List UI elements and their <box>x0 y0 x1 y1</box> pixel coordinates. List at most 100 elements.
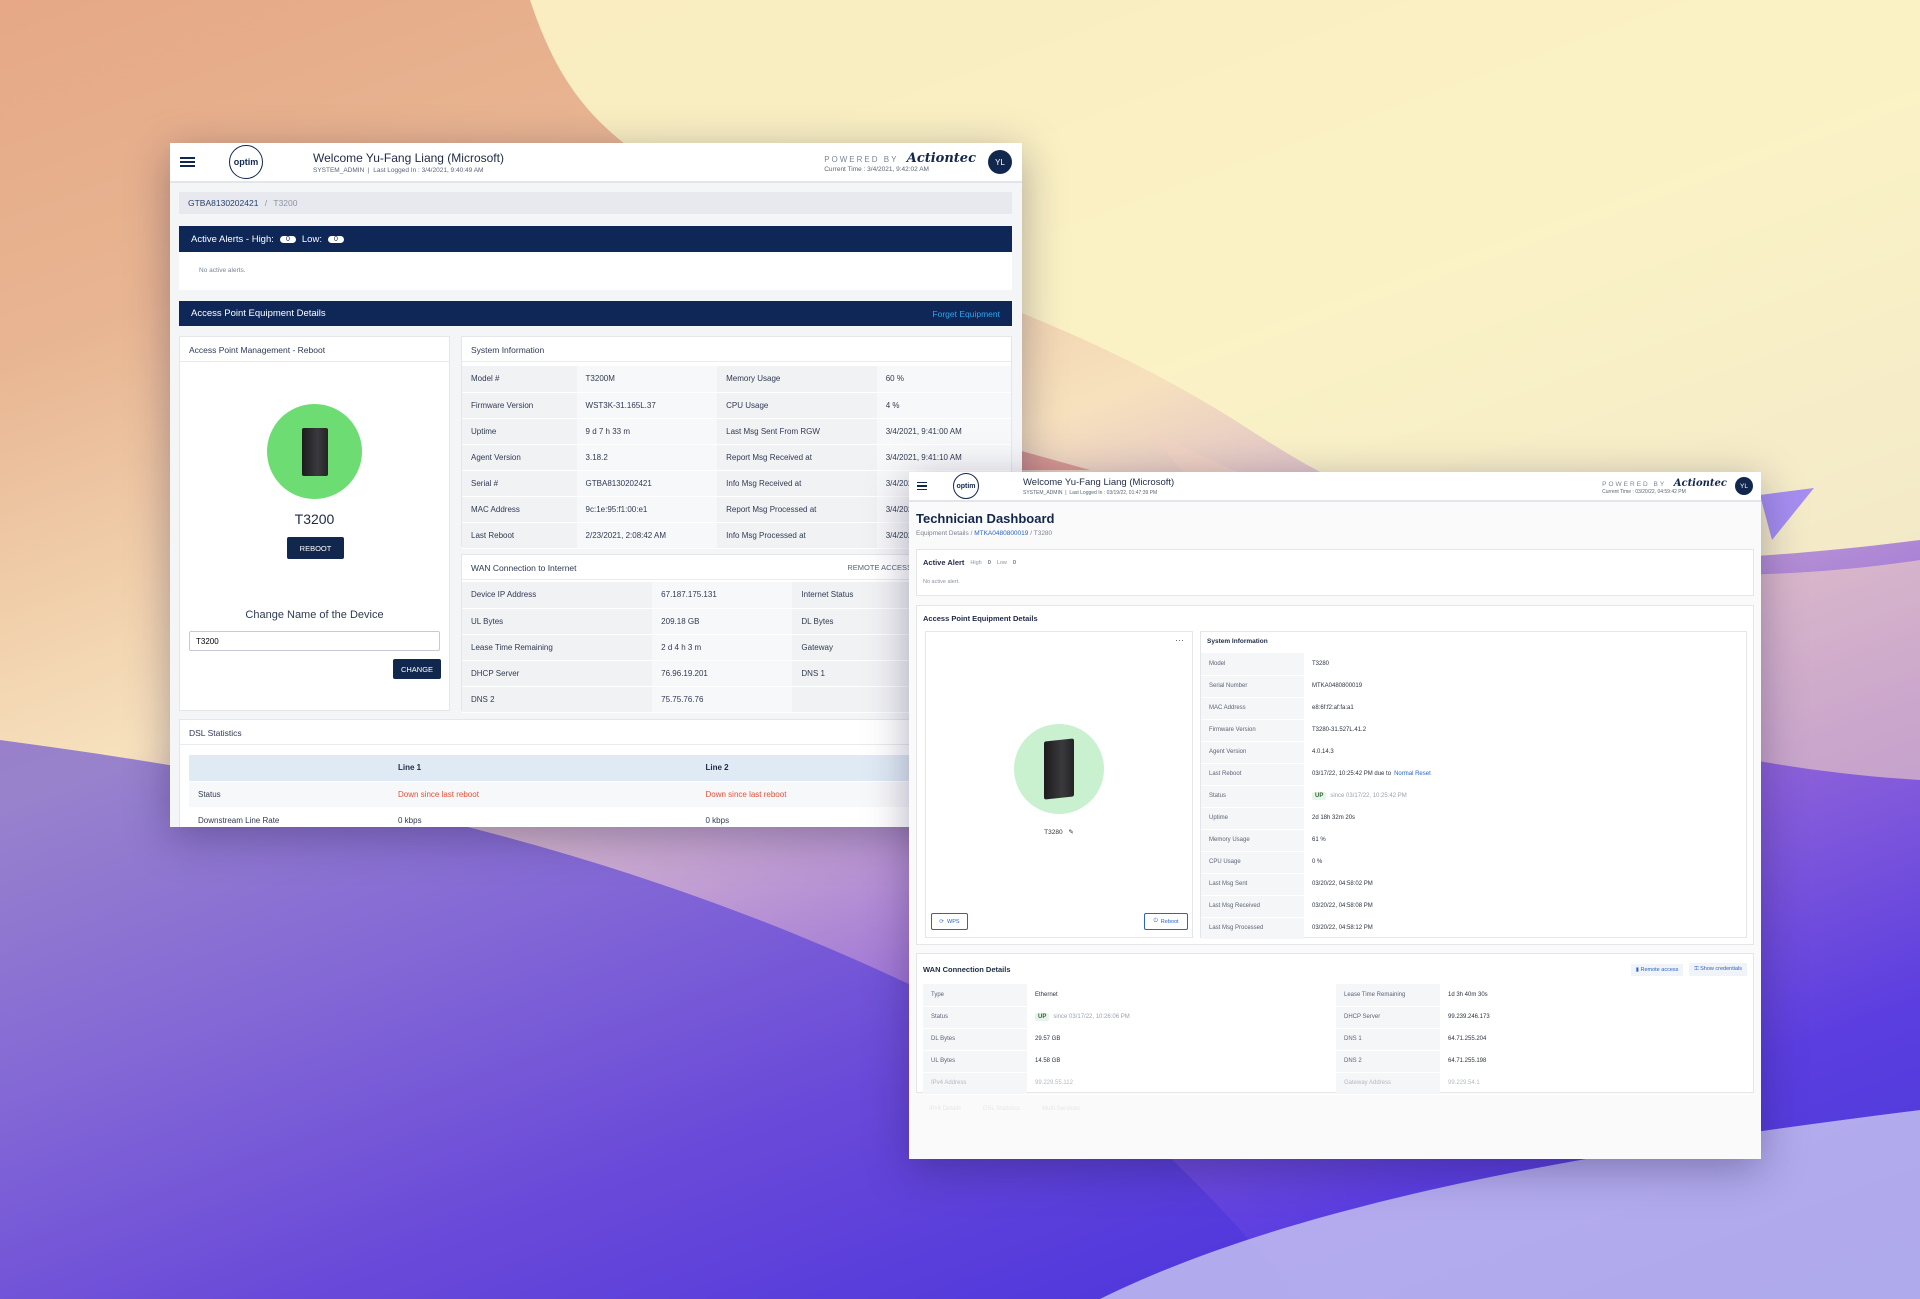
table-row: Firmware Version T3280-31.527L.41.2 <box>1201 719 1746 742</box>
table-key: Gateway <box>792 634 926 661</box>
remote-access-label: Remote access <box>1640 966 1679 973</box>
tab-dsl[interactable]: DSL Statistics <box>983 1106 1020 1112</box>
wan-title: WAN Connection to Internet <box>471 563 577 573</box>
remote-access-button[interactable]: ▮ Remote access <box>1630 963 1684 976</box>
table-value: 03/20/22, 04:58:02 PM <box>1304 873 1746 896</box>
table-key: Info Msg Processed at <box>717 522 877 549</box>
role: SYSTEM_ADMIN <box>313 166 365 174</box>
forget-equipment-link[interactable]: Forget Equipment <box>932 309 1000 319</box>
alerts-low-count: 0 <box>327 235 344 243</box>
table-key: MAC Address <box>462 496 577 523</box>
breadcrumb-serial[interactable]: GTBA8130202421 <box>188 198 258 208</box>
powered-label: POWERED BY <box>1602 480 1667 488</box>
reboot-button[interactable]: REBOOT <box>287 537 344 559</box>
table-key: IPv4 Address <box>923 1072 1027 1095</box>
table-value: 64.71.255.198 <box>1439 1050 1749 1073</box>
optim-logo[interactable]: optim <box>953 473 979 499</box>
table-value: 03/20/22, 04:58:08 PM <box>1304 895 1746 918</box>
device-circle <box>267 404 362 499</box>
current-time: Current Time : 03/20/22, 04:59:42 PM <box>1602 488 1686 495</box>
reboot-button[interactable]: ⏻ Reboot <box>1144 913 1188 930</box>
table-key: Firmware Version <box>462 392 577 419</box>
menu-icon[interactable] <box>917 480 927 493</box>
device-name-input[interactable] <box>189 631 440 651</box>
table-row: Status UP since 03/17/22, 10:25:42 PM <box>1201 785 1746 808</box>
table-value: 2d 18h 32m 20s <box>1304 807 1746 830</box>
alert-low-count: 0 <box>1012 559 1016 566</box>
table-value: 14.58 GB <box>1027 1050 1336 1073</box>
table-key: UL Bytes <box>462 608 653 635</box>
avatar[interactable]: YL <box>1735 477 1753 495</box>
more-icon[interactable]: ··· <box>1175 635 1184 645</box>
system-info-title: System Information <box>462 337 1011 362</box>
table-value: UP since 03/17/22, 10:26:06 PM <box>1027 1006 1336 1029</box>
status-since: since 03/17/22, 10:26:06 PM <box>1053 1014 1130 1020</box>
welcome-block: Welcome Yu-Fang Liang (Microsoft) SYSTEM… <box>313 151 504 174</box>
table-key: DNS 1 <box>792 660 926 687</box>
table-value: 4 % <box>876 392 1011 419</box>
breadcrumb-serial[interactable]: MTKA0480800019 <box>974 530 1028 537</box>
wan-title: WAN Connection Details <box>923 965 1011 974</box>
table-row: Downstream Line Rate 0 kbps 0 kbps <box>189 807 1004 827</box>
no-alert-text: No active alert. <box>923 579 960 585</box>
reboot-reason-link[interactable]: Normal Reset <box>1394 771 1431 777</box>
login-info: SYSTEM_ADMIN | Last Logged In : 3/4/2021… <box>313 166 484 174</box>
edit-icon[interactable]: ✎ <box>1068 829 1073 836</box>
system-info-title: System Information <box>1207 638 1268 645</box>
table-row: Last Reboot 03/17/22, 10:25:42 PM due to N… <box>1201 763 1746 786</box>
table-key: DL Bytes <box>792 608 926 635</box>
avatar[interactable]: YL <box>988 150 1012 174</box>
table-row: Model T3280 <box>1201 653 1746 676</box>
table-key: CPU Usage <box>717 392 877 419</box>
tab-ipv6[interactable]: IPv6 Details <box>929 1106 961 1112</box>
breadcrumb: Equipment Details / MTKA0480800019 / T32… <box>916 530 1052 537</box>
table-value: 3.18.2 <box>576 444 718 471</box>
dsl-table: Line 1 Line 2 Status Down since last reboot… <box>189 755 1004 827</box>
change-button[interactable]: CHANGE <box>393 659 441 679</box>
table-row: Uptime 2d 18h 32m 20s <box>1201 807 1746 830</box>
wan-table: Type Ethernet Lease Time Remaining 1d 3h 40… <box>923 984 1749 1095</box>
device-circle <box>1014 724 1104 814</box>
power-icon: ⏻ <box>1153 918 1158 924</box>
menu-icon[interactable] <box>180 155 195 169</box>
table-key <box>792 686 926 713</box>
table-key: DL Bytes <box>923 1028 1027 1051</box>
welcome-block: Welcome Yu-Fang Liang (Microsoft) SYSTEM… <box>1023 477 1174 496</box>
no-alerts-text: No active alerts. <box>199 267 246 274</box>
device-name: T3280 <box>1044 829 1063 836</box>
equipment-bar: Access Point Equipment Details Forget Eq… <box>179 301 1012 326</box>
optim-logo[interactable]: optim <box>229 145 263 179</box>
table-value: 2/23/2021, 2:08:42 AM <box>576 522 718 549</box>
remote-access-link[interactable]: REMOTE ACCESS <box>847 563 912 573</box>
tab-multi[interactable]: Multi-Services <box>1042 1106 1080 1112</box>
welcome-text: Welcome Yu-Fang Liang (Microsoft) <box>313 150 504 165</box>
table-key: Firmware Version <box>1201 719 1304 742</box>
table-value: 9 d 7 h 33 m <box>576 418 718 445</box>
breadcrumb-model: T3280 <box>1033 530 1053 537</box>
table-value: 0 % <box>1304 851 1746 874</box>
table-key: Info Msg Received at <box>717 470 877 497</box>
alert-title: Active Alert <box>923 558 965 567</box>
table-key: Lease Time Remaining <box>462 634 653 661</box>
table-row: Model # T3200M Memory Usage 60 % <box>462 366 1011 393</box>
table-key: MAC Address <box>1201 697 1304 720</box>
table-row: Last Msg Received 03/20/22, 04:58:08 PM <box>1201 895 1746 918</box>
last-logged: Last Logged In : 3/4/2021, 9:40:49 AM <box>373 166 484 174</box>
table-row: DL Bytes 29.57 GB DNS 1 64.71.255.204 <box>923 1028 1749 1051</box>
alert-high-count: 0 <box>987 559 991 566</box>
show-credentials-button[interactable]: ⚿ Show credentials <box>1689 963 1747 976</box>
table-key: Model <box>1201 653 1304 676</box>
table-key: Model # <box>462 366 577 393</box>
table-row: Uptime 9 d 7 h 33 m Last Msg Sent From RGW… <box>462 418 1011 445</box>
table-key: Last Msg Sent From RGW <box>717 418 877 445</box>
wps-button[interactable]: ⟳ WPS <box>931 913 968 930</box>
active-alert-card: Active Alert High 0 Low 0 No active aler… <box>916 549 1754 596</box>
refresh-icon: ⟳ <box>939 918 945 925</box>
breadcrumb-model: T3200 <box>273 198 298 208</box>
table-key: Gateway Address <box>1335 1072 1440 1095</box>
breadcrumb-root[interactable]: Equipment Details <box>916 530 969 537</box>
brand-logo: Actiontec <box>1673 477 1727 489</box>
header: optim Welcome Yu-Fang Liang (Microsoft) … <box>170 143 1022 183</box>
table-key: Report Msg Processed at <box>717 496 877 523</box>
welcome-text: Welcome Yu-Fang Liang (Microsoft) <box>1023 476 1175 488</box>
